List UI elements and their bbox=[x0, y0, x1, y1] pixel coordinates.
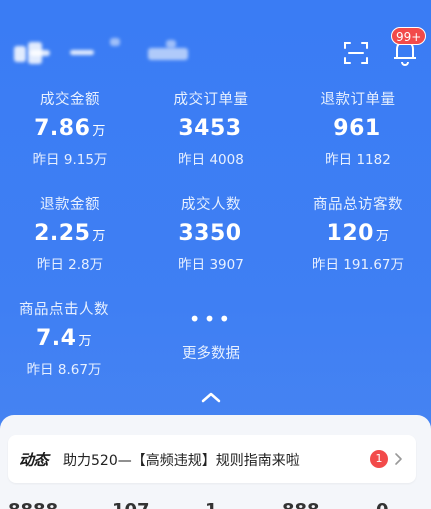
metric-gmv[interactable]: 成交金额 7.86 万 昨日 9.15万 bbox=[0, 88, 140, 168]
more-data-label: 更多数据 bbox=[182, 346, 240, 362]
metric-yesterday: 昨日 9.15万 bbox=[32, 152, 108, 168]
metric-value: 961 bbox=[333, 116, 381, 141]
metric-refund-orders[interactable]: 退款订单量 961 昨日 1182 bbox=[288, 88, 428, 168]
metric-yesterday: 昨日 3907 bbox=[178, 257, 244, 273]
notification-badge[interactable]: 99+ bbox=[391, 27, 427, 45]
metric-label: 退款订单量 bbox=[320, 92, 396, 108]
metric-yesterday: 昨日 1182 bbox=[325, 152, 391, 168]
metric-orders[interactable]: 成交订单量 3453 昨日 4008 bbox=[141, 88, 281, 168]
more-data-button[interactable]: ••• 更多数据 bbox=[141, 307, 281, 363]
next-section-peek: 8888 107 1 888 0 bbox=[0, 498, 431, 509]
news-text: 助力520—【高频违规】规则指南来啦 bbox=[63, 453, 300, 469]
dashboard-screen: 99+ 成交金额 7.86 万 昨日 9.15万 成交订单量 3453 昨日 40… bbox=[0, 0, 431, 509]
more-dots-icon: ••• bbox=[188, 307, 234, 331]
metric-value: 2.25 万 bbox=[34, 221, 106, 246]
metric-label: 成交金额 bbox=[40, 92, 100, 108]
metric-label: 成交订单量 bbox=[173, 92, 249, 108]
metric-buyers[interactable]: 成交人数 3350 昨日 3907 bbox=[141, 193, 281, 273]
metric-label: 商品总访客数 bbox=[313, 197, 403, 213]
metric-value: 120 万 bbox=[326, 221, 390, 246]
top-bar: 99+ bbox=[0, 0, 431, 80]
metric-label: 退款金额 bbox=[40, 197, 100, 213]
metric-value: 7.86 万 bbox=[34, 116, 106, 141]
metric-value: 7.4 万 bbox=[36, 326, 92, 351]
metric-yesterday: 昨日 2.8万 bbox=[36, 257, 104, 273]
news-banner[interactable]: 动态 助力520—【高频违规】规则指南来啦 1 bbox=[8, 435, 416, 483]
metric-yesterday: 昨日 4008 bbox=[178, 152, 244, 168]
metric-refund-amount[interactable]: 退款金额 2.25 万 昨日 2.8万 bbox=[0, 193, 140, 273]
scan-icon[interactable] bbox=[343, 40, 369, 66]
metric-value: 3453 bbox=[178, 116, 242, 141]
metric-yesterday: 昨日 191.67万 bbox=[311, 257, 405, 273]
news-tag: 动态 bbox=[19, 451, 49, 469]
news-count-badge: 1 bbox=[370, 450, 388, 468]
metric-label: 商品点击人数 bbox=[19, 302, 109, 318]
chevron-right-icon bbox=[395, 453, 402, 465]
chevron-up-icon[interactable] bbox=[200, 390, 222, 404]
metric-value: 3350 bbox=[178, 221, 242, 246]
metric-clicks[interactable]: 商品点击人数 7.4 万 昨日 8.67万 bbox=[0, 298, 134, 378]
metric-visitors[interactable]: 商品总访客数 120 万 昨日 191.67万 bbox=[288, 193, 428, 273]
store-name-blurred[interactable] bbox=[10, 36, 210, 68]
metric-yesterday: 昨日 8.67万 bbox=[26, 362, 102, 378]
metric-label: 成交人数 bbox=[181, 197, 241, 213]
